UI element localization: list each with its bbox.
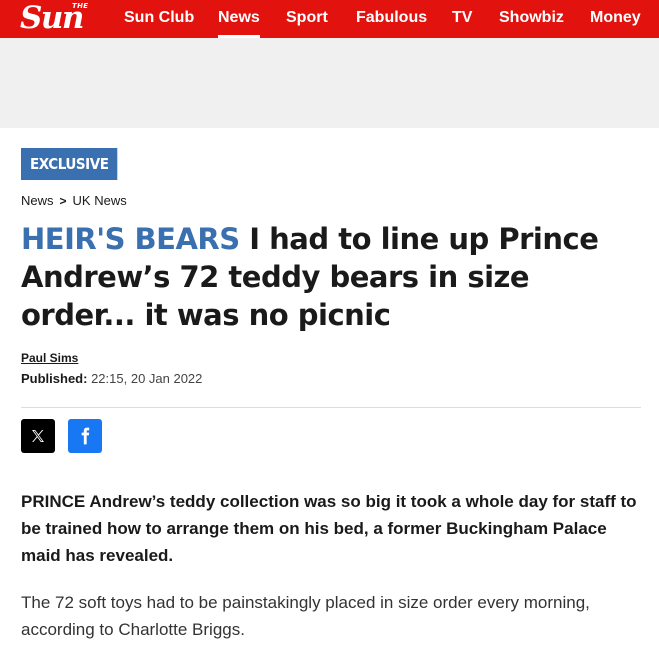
sun-logo[interactable]: THE Sun [20,0,108,36]
published-label: Published: [21,371,88,386]
nav-fabulous[interactable]: Fabulous [356,0,427,38]
nav-tv[interactable]: TV [452,0,472,38]
advert-placeholder [0,38,659,128]
nav-showbiz[interactable]: Showbiz [499,0,564,38]
nav-money[interactable]: Money [590,0,641,38]
top-navigation: THE Sun Sun Club News Sport Fabulous TV … [0,0,659,38]
article-lead: PRINCE Andrew’s teddy collection was so … [21,492,637,565]
logo-sun-text: Sun [20,0,84,36]
published-date: Published: 22:15, 20 Jan 2022 [21,371,202,386]
nav-sun-club[interactable]: Sun Club [124,0,194,38]
share-x-button[interactable] [21,419,55,453]
exclusive-badge: EXCLUSIVE [21,148,118,180]
divider [21,407,641,408]
breadcrumb-news[interactable]: News [21,193,54,208]
article-paragraph: The 72 soft toys had to be painstakingly… [21,593,590,639]
facebook-icon [81,427,90,445]
nav-news[interactable]: News [218,0,260,38]
headline-kicker: HEIR'S BEARS [21,222,240,256]
chevron-right-icon: > [59,194,67,208]
author-link[interactable]: Paul Sims [21,351,78,365]
share-facebook-button[interactable] [68,419,102,453]
published-value: 22:15, 20 Jan 2022 [91,371,203,386]
nav-sport[interactable]: Sport [286,0,328,38]
x-icon [32,430,44,442]
article-headline: HEIR'S BEARS I had to line up Prince And… [21,220,641,334]
breadcrumb: News > UK News [21,193,127,208]
breadcrumb-uk-news[interactable]: UK News [73,193,127,208]
